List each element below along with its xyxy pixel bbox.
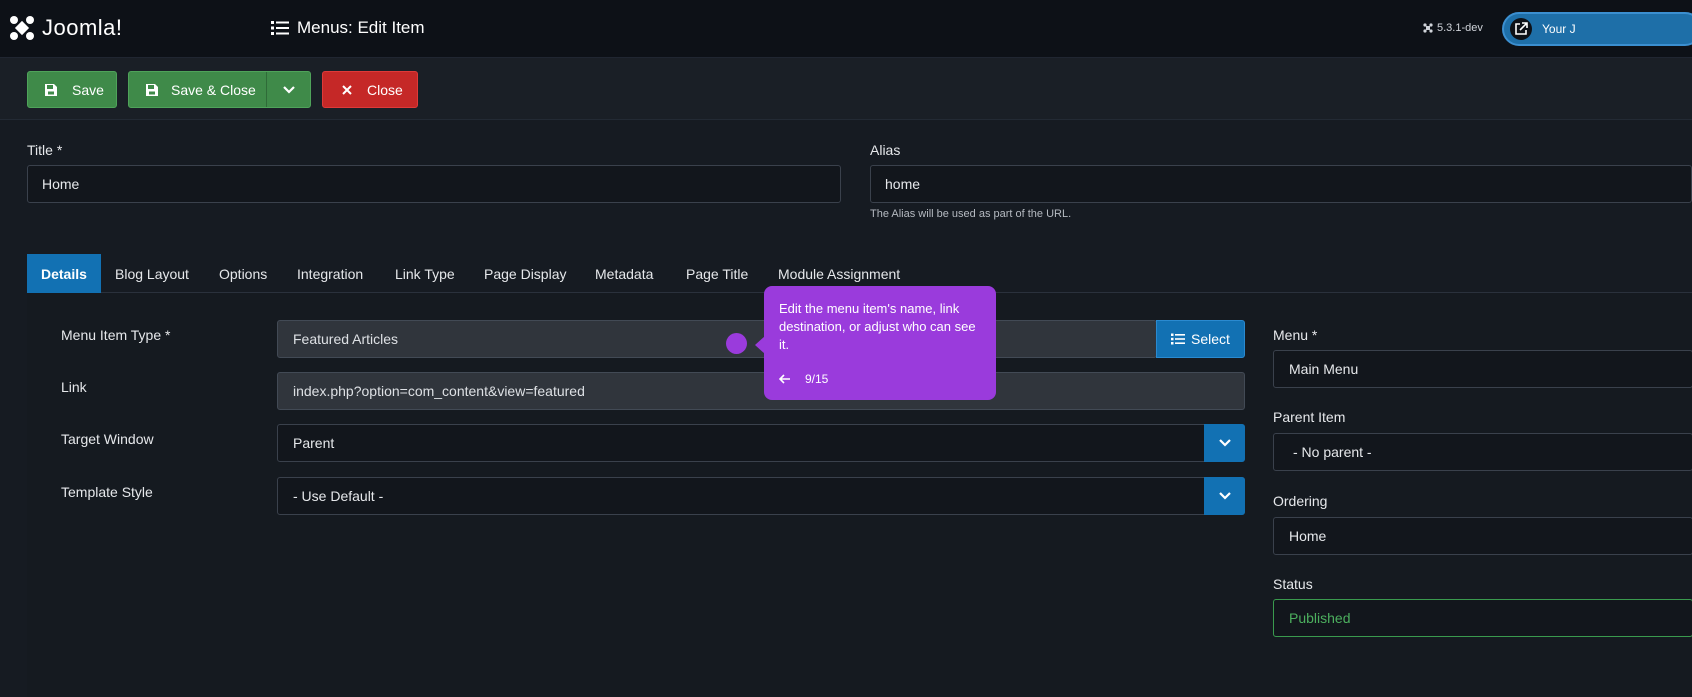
tour-navigation: 9/15: [779, 370, 828, 388]
menu-value: Main Menu: [1289, 361, 1359, 377]
ordering-label: Ordering: [1273, 493, 1328, 509]
page-title-text: Menus: Edit Item: [297, 18, 425, 37]
target-window-select[interactable]: Parent: [277, 424, 1245, 462]
save-icon: [146, 83, 158, 96]
your-site-label: Your J: [1542, 22, 1576, 36]
title-label: Title *: [27, 142, 63, 158]
chevron-down-icon: [1218, 439, 1231, 447]
template-style-select[interactable]: - Use Default -: [277, 477, 1245, 515]
chevron-down-icon: [282, 85, 295, 94]
version-text: 5.3.1-dev: [1437, 22, 1483, 34]
save-close-label: Save & Close: [171, 81, 256, 98]
joomla-logo[interactable]: Joomla!: [8, 14, 123, 42]
parent-item-label: Parent Item: [1273, 409, 1346, 425]
alias-input[interactable]: home: [870, 165, 1692, 203]
menu-item-type-field: Featured Articles: [277, 320, 1157, 358]
save-close-button-group: Save & Close: [128, 71, 311, 108]
tab-blog-layout[interactable]: Blog Layout: [115, 254, 189, 293]
tab-link-type[interactable]: Link Type: [395, 254, 455, 293]
target-window-dropdown[interactable]: [1204, 424, 1245, 462]
title-input[interactable]: Home: [27, 165, 841, 203]
select-menu-type-button[interactable]: Select: [1156, 320, 1245, 358]
link-value: index.php?option=com_content&view=featur…: [293, 383, 585, 399]
tab-page-title[interactable]: Page Title: [686, 254, 748, 293]
toolbar: Save Save & Close Close: [0, 58, 1692, 120]
save-icon: [45, 83, 57, 96]
tab-page-display[interactable]: Page Display: [484, 254, 567, 293]
your-site-button[interactable]: Your J: [1502, 12, 1692, 46]
tour-tooltip-text: Edit the menu item's name, link destinat…: [779, 301, 976, 352]
save-label: Save: [72, 81, 104, 98]
status-value: Published: [1289, 610, 1351, 626]
tab-integration[interactable]: Integration: [297, 254, 363, 293]
version-badge: 5.3.1-dev: [1423, 22, 1483, 34]
template-style-label: Template Style: [61, 484, 153, 500]
alias-hint: The Alias will be used as part of the UR…: [870, 208, 1072, 220]
ordering-value: Home: [1289, 528, 1327, 544]
joomla-small-icon: [1423, 23, 1433, 33]
list-icon: [1171, 333, 1186, 345]
close-button[interactable]: Close: [322, 71, 418, 108]
template-style-value: - Use Default -: [293, 488, 384, 504]
template-style-dropdown[interactable]: [1204, 477, 1245, 515]
menu-label: Menu *: [1273, 327, 1318, 343]
status-select[interactable]: Published: [1273, 599, 1692, 637]
tab-options[interactable]: Options: [219, 254, 267, 293]
page-title: Menus: Edit Item: [271, 18, 425, 38]
parent-item-select[interactable]: - No parent -: [1273, 433, 1692, 471]
tour-tooltip: Edit the menu item's name, link destinat…: [755, 286, 996, 400]
link-label: Link: [61, 379, 87, 395]
target-window-label: Target Window: [61, 431, 154, 447]
arrow-left-icon[interactable]: [779, 374, 791, 384]
external-link-icon: [1510, 18, 1532, 40]
tab-details[interactable]: Details: [27, 254, 101, 293]
menu-item-type-value: Featured Articles: [293, 331, 399, 347]
list-icon: [271, 21, 289, 35]
logo-text: Joomla!: [42, 15, 123, 40]
link-field: index.php?option=com_content&view=featur…: [277, 372, 1245, 410]
close-label: Close: [367, 81, 403, 98]
ordering-select[interactable]: Home: [1273, 517, 1692, 555]
alias-label: Alias: [870, 142, 901, 158]
close-icon: [342, 84, 352, 95]
save-close-button[interactable]: Save & Close: [129, 72, 268, 107]
tour-progress: 9/15: [805, 372, 829, 386]
parent-item-value: - No parent -: [1293, 444, 1372, 460]
save-options-dropdown[interactable]: [267, 72, 310, 107]
tour-hotspot[interactable]: [726, 333, 747, 354]
select-button-label: Select: [1191, 331, 1230, 347]
title-value: Home: [42, 176, 80, 192]
alias-value: home: [885, 176, 921, 192]
target-window-value: Parent: [293, 435, 335, 451]
menu-item-type-label: Menu Item Type *: [61, 327, 171, 343]
save-button[interactable]: Save: [27, 71, 117, 108]
chevron-down-icon: [1218, 492, 1231, 500]
menu-select[interactable]: Main Menu: [1273, 350, 1692, 388]
status-label: Status: [1273, 576, 1313, 592]
top-bar: Joomla! Menus: Edit Item 5.3.1-dev Your …: [0, 0, 1692, 58]
tab-metadata[interactable]: Metadata: [595, 254, 653, 293]
joomla-logo-icon: [10, 16, 34, 40]
